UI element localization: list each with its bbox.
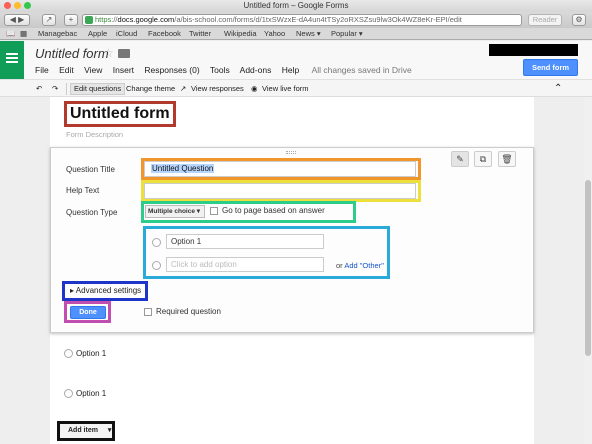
menu-insert[interactable]: Insert	[113, 65, 134, 75]
redo-icon[interactable]: ↷	[52, 83, 58, 95]
list-item-radio	[64, 349, 73, 358]
question-title-highlight	[141, 158, 421, 180]
back-icon[interactable]: ◀	[10, 15, 16, 24]
question-title-label: Question Title	[66, 165, 115, 174]
required-question-label: Required question	[156, 307, 221, 316]
options-highlight	[143, 226, 390, 279]
forms-home-button[interactable]	[0, 41, 24, 79]
bookmarks-bar: 📖 ▦ Managebac Apple iCloud Facebook Twit…	[0, 28, 592, 40]
menu-help[interactable]: Help	[282, 65, 299, 75]
document-title[interactable]: Untitled form	[35, 46, 109, 61]
back-forward-buttons[interactable]: ◀ ▶	[4, 14, 30, 26]
form-description[interactable]: Form Description	[66, 130, 123, 139]
bookmark-item[interactable]: Facebook	[148, 28, 181, 39]
bookmark-item[interactable]: Yahoo	[264, 28, 285, 39]
view-live-form-button[interactable]: View live form	[262, 83, 309, 95]
menu-add-ons[interactable]: Add-ons	[240, 65, 272, 75]
live-form-icon[interactable]: ◉	[251, 83, 258, 95]
window-controls	[4, 2, 31, 9]
list-item: Option 1	[76, 349, 107, 358]
menu-view[interactable]: View	[84, 65, 102, 75]
required-question-checkbox[interactable]	[144, 308, 152, 316]
forward-icon[interactable]: ▶	[18, 15, 24, 24]
edit-questions-tab[interactable]: Edit questions	[70, 83, 126, 95]
add-item-button[interactable]: Add item ▾	[57, 421, 115, 441]
help-text-highlight	[141, 180, 421, 202]
change-theme-button[interactable]: Change theme	[126, 83, 175, 95]
top-sites-icon[interactable]: ▦	[20, 28, 27, 39]
star-icon[interactable]: ☆	[103, 46, 114, 60]
collapse-header-icon[interactable]: ⌃	[554, 83, 562, 95]
window-title: Untitled form – Google Forms	[243, 1, 349, 10]
reading-list-icon[interactable]: 📖	[6, 28, 15, 39]
menu-file[interactable]: File	[35, 65, 49, 75]
plus-icon: +	[68, 15, 74, 24]
bookmark-item[interactable]: Managebac	[38, 28, 77, 39]
new-tab-button[interactable]: +	[64, 14, 78, 26]
undo-icon[interactable]: ↶	[36, 83, 42, 95]
url-host: docs.google.com	[117, 15, 175, 24]
send-form-button[interactable]: Send form	[523, 59, 578, 76]
responses-icon[interactable]: ↗	[180, 83, 186, 95]
add-item-label: Add item	[68, 427, 98, 434]
edit-pencil-icon[interactable]: ✎	[451, 151, 469, 167]
duplicate-icon[interactable]: ⧉	[474, 151, 492, 167]
folder-icon[interactable]	[118, 49, 130, 58]
question-type-label: Question Type	[66, 208, 118, 217]
zoom-window-icon[interactable]	[24, 2, 31, 9]
close-window-icon[interactable]	[4, 2, 11, 9]
forms-header: Untitled form ☆ File Edit View Insert Re…	[0, 41, 592, 79]
chevron-down-icon: ▾	[107, 427, 112, 434]
share-button[interactable]: ↗	[42, 14, 56, 26]
share-icon: ↗	[45, 15, 53, 24]
menu-edit[interactable]: Edit	[59, 65, 74, 75]
url-scheme: https	[95, 15, 112, 24]
list-item: Option 1	[76, 389, 107, 398]
bookmark-item[interactable]: Apple	[88, 28, 107, 39]
question-type-highlight	[141, 201, 356, 223]
address-bar[interactable]: https://docs.google.com/a/bis-school.com…	[82, 14, 522, 26]
advanced-settings-highlight	[62, 281, 148, 301]
form-title[interactable]: Untitled form	[64, 101, 176, 127]
page-scrollbar-thumb[interactable]	[585, 180, 591, 356]
settings-button[interactable]: ⚙	[572, 14, 586, 26]
save-status: All changes saved in Drive	[311, 65, 412, 75]
forms-logo-icon	[6, 53, 18, 65]
bookmark-item[interactable]: Popular ▾	[331, 28, 363, 39]
bookmark-item[interactable]: Twitter	[189, 28, 211, 39]
gear-icon: ⚙	[575, 15, 583, 24]
menu-responses[interactable]: Responses (0)	[144, 65, 199, 75]
window-titlebar: Untitled form – Google Forms	[0, 0, 592, 12]
reader-button[interactable]: Reader	[528, 14, 562, 26]
done-highlight	[64, 301, 111, 323]
view-responses-button[interactable]: View responses	[191, 83, 244, 95]
help-text-label: Help Text	[66, 186, 100, 195]
edit-toolbar: ↶ ↷ Edit questions Change theme ↗ View r…	[0, 79, 592, 97]
redacted-account-area	[489, 44, 578, 56]
bookmark-item[interactable]: News ▾	[296, 28, 321, 39]
drag-handle-icon[interactable]	[286, 151, 296, 154]
list-item-radio	[64, 389, 73, 398]
browser-toolbar: ◀ ▶ ↗ + https://docs.google.com/a/bis-sc…	[0, 12, 592, 28]
secure-site-icon	[85, 16, 93, 24]
menu-tools[interactable]: Tools	[210, 65, 230, 75]
bookmark-item[interactable]: Wikipedia	[224, 28, 257, 39]
toolbar-divider	[66, 83, 67, 95]
url-path: /a/bis-school.com/forms/d/1txSWzxE-dA4un…	[174, 15, 462, 24]
bookmark-item[interactable]: iCloud	[116, 28, 137, 39]
trash-icon[interactable]: 🗑	[498, 151, 516, 167]
menu-bar: File Edit View Insert Responses (0) Tool…	[35, 65, 420, 75]
minimize-window-icon[interactable]	[14, 2, 21, 9]
